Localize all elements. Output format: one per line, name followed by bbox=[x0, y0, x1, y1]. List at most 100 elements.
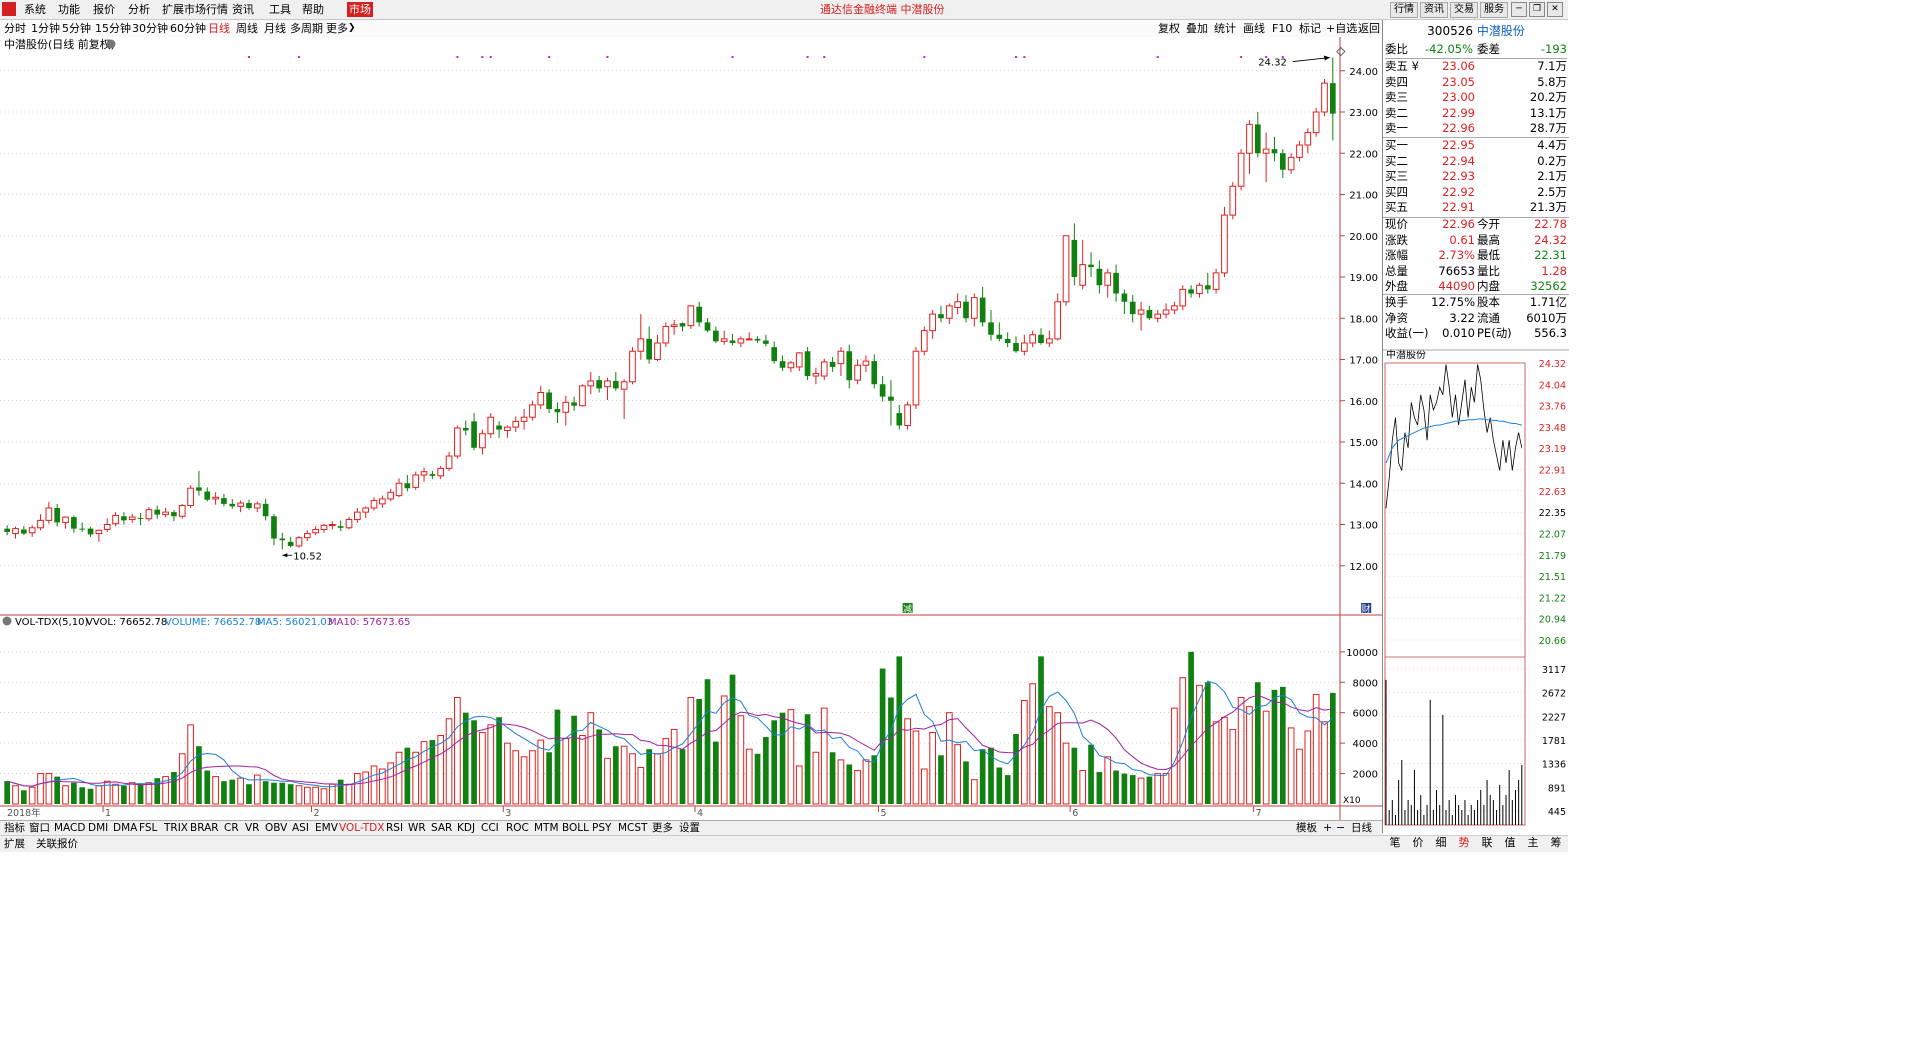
indicator-tab[interactable]: MACD bbox=[54, 821, 85, 835]
order-row[interactable]: 买四 22.92 2.5万 bbox=[1385, 185, 1567, 200]
indicator-tab[interactable]: MTM bbox=[534, 821, 559, 835]
volume-bar[interactable] bbox=[1296, 748, 1303, 805]
volume-bar[interactable] bbox=[145, 782, 153, 805]
indicator-tab[interactable]: 指标 bbox=[4, 821, 25, 835]
volume-bar[interactable] bbox=[1329, 692, 1336, 804]
candle[interactable] bbox=[687, 305, 695, 329]
volume-bar[interactable] bbox=[345, 783, 353, 805]
volume-bar[interactable] bbox=[620, 745, 628, 805]
volume-bar[interactable] bbox=[37, 773, 44, 805]
period-indicator[interactable]: 日线 bbox=[1351, 821, 1372, 835]
menu-item[interactable]: 报价 bbox=[91, 2, 117, 17]
volume-bar[interactable] bbox=[229, 779, 236, 804]
volume-bar[interactable] bbox=[587, 712, 595, 805]
volume-bar[interactable] bbox=[462, 712, 469, 804]
chart-tool-button[interactable]: F10 bbox=[1272, 21, 1292, 36]
period-tab[interactable]: 多周期 bbox=[290, 21, 323, 36]
volume-bar[interactable] bbox=[829, 752, 836, 804]
volume-bar[interactable] bbox=[454, 696, 461, 805]
top-right-button[interactable]: 服务 bbox=[1480, 2, 1508, 18]
volume-bar[interactable] bbox=[362, 771, 370, 805]
indicator-tab[interactable]: BOLL bbox=[562, 821, 589, 835]
volume-bar[interactable] bbox=[596, 729, 602, 804]
candle[interactable] bbox=[912, 347, 920, 409]
volume-bar[interactable] bbox=[271, 782, 277, 804]
order-row[interactable]: 买三 22.93 2.1万 bbox=[1385, 169, 1567, 184]
indicator-tab[interactable]: TRIX bbox=[164, 821, 188, 835]
volume-bar[interactable] bbox=[696, 699, 703, 804]
indicator-tab[interactable]: SAR bbox=[431, 821, 452, 835]
plus-icon[interactable]: + bbox=[1323, 821, 1332, 835]
volume-bar[interactable] bbox=[1146, 776, 1153, 804]
volume-bar[interactable] bbox=[1162, 773, 1170, 805]
volume-bar[interactable] bbox=[904, 718, 911, 805]
candle[interactable] bbox=[1179, 285, 1187, 310]
indicator-tab[interactable]: WR bbox=[408, 821, 426, 835]
volume-bar[interactable] bbox=[612, 746, 619, 804]
volume-bar[interactable] bbox=[820, 707, 828, 805]
volume-bar[interactable] bbox=[1129, 775, 1136, 804]
volume-bar[interactable] bbox=[62, 785, 69, 805]
volume-bar[interactable] bbox=[779, 712, 786, 804]
volume-bar[interactable] bbox=[537, 739, 545, 805]
volume-bar[interactable] bbox=[320, 788, 328, 805]
volume-bar[interactable] bbox=[87, 788, 94, 804]
volume-bar[interactable] bbox=[529, 750, 536, 805]
volume-bar[interactable] bbox=[646, 749, 652, 804]
indicator-tab[interactable]: MCST bbox=[618, 821, 647, 835]
volume-bar[interactable] bbox=[1013, 734, 1019, 804]
volume-bar[interactable] bbox=[212, 776, 219, 805]
volume-bar[interactable] bbox=[938, 755, 944, 804]
volume-bar[interactable] bbox=[879, 668, 886, 804]
menu-item[interactable]: 扩展市场行情 bbox=[160, 2, 230, 17]
volume-bar[interactable] bbox=[737, 715, 745, 805]
menu-item[interactable]: 分析 bbox=[126, 2, 152, 17]
volume-bar[interactable] bbox=[1088, 744, 1094, 804]
volume-bar[interactable] bbox=[970, 779, 978, 805]
period-tab[interactable]: 分时 bbox=[4, 21, 26, 36]
volume-bar[interactable] bbox=[354, 773, 361, 805]
candle[interactable] bbox=[178, 503, 186, 519]
volume-bar[interactable] bbox=[128, 782, 136, 805]
volume-bar[interactable] bbox=[1271, 689, 1278, 804]
chart-tool-button[interactable]: 叠加 bbox=[1186, 21, 1208, 36]
candle[interactable] bbox=[454, 425, 461, 459]
order-row[interactable]: 买一 22.95 4.4万 bbox=[1385, 138, 1567, 153]
period-tab[interactable]: 月线 bbox=[264, 21, 286, 36]
volume-bar[interactable] bbox=[395, 751, 403, 805]
volume-bar[interactable] bbox=[487, 724, 495, 805]
indicator-tab[interactable]: EMV bbox=[315, 821, 338, 835]
volume-bar[interactable] bbox=[512, 750, 520, 805]
period-tab[interactable]: 1分钟 bbox=[31, 21, 60, 36]
volume-bar[interactable] bbox=[496, 717, 502, 804]
volume-bar[interactable] bbox=[929, 731, 936, 805]
right-panel-tab[interactable]: 联 bbox=[1476, 836, 1498, 850]
indicator-tab[interactable]: ASI bbox=[292, 821, 309, 835]
volume-bar[interactable] bbox=[963, 761, 969, 804]
candle[interactable] bbox=[662, 322, 670, 348]
volume-bar[interactable] bbox=[1312, 693, 1320, 805]
top-right-button[interactable]: 资讯 bbox=[1420, 2, 1448, 18]
candle[interactable] bbox=[187, 485, 194, 508]
close-icon[interactable]: ✕ bbox=[1547, 2, 1563, 17]
volume-bar[interactable] bbox=[713, 741, 719, 804]
order-row[interactable]: 卖四 23.05 5.8万 bbox=[1385, 75, 1567, 90]
candle[interactable] bbox=[1229, 182, 1237, 220]
volume-bar[interactable] bbox=[412, 751, 420, 805]
menu-item[interactable]: 资讯 bbox=[230, 2, 256, 17]
indicator-options-icon[interactable] bbox=[2, 616, 12, 626]
volume-bar[interactable] bbox=[279, 782, 286, 804]
right-panel-tab[interactable]: 笔 bbox=[1384, 836, 1406, 850]
candle[interactable] bbox=[804, 347, 811, 381]
volume-bar[interactable] bbox=[763, 737, 769, 804]
indicator-tab[interactable]: CCI bbox=[481, 821, 499, 835]
volume-bar[interactable] bbox=[1154, 773, 1162, 805]
volume-bar[interactable] bbox=[662, 738, 670, 805]
volume-bar[interactable] bbox=[554, 709, 561, 804]
period-tab[interactable]: 15分钟 bbox=[95, 21, 131, 36]
volume-bar[interactable] bbox=[571, 715, 577, 804]
volume-bar[interactable] bbox=[1279, 686, 1286, 804]
volume-bar[interactable] bbox=[1229, 728, 1237, 805]
volume-bar[interactable] bbox=[112, 783, 119, 805]
volume-bar[interactable] bbox=[729, 674, 736, 804]
